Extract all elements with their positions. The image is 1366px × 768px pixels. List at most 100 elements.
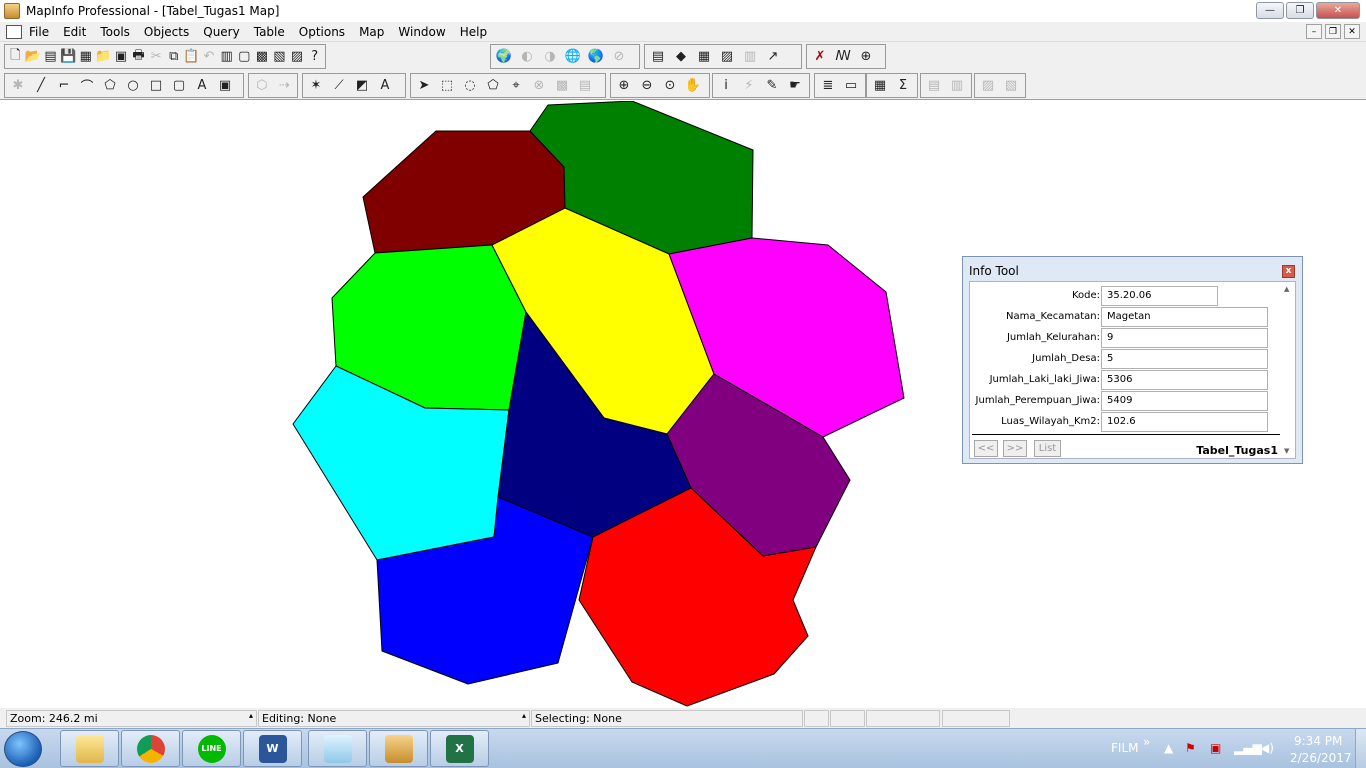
run-tool-icon[interactable]: ✗ xyxy=(809,47,831,67)
wfs-icon[interactable]: 🌐 xyxy=(562,47,584,67)
copy-icon[interactable]: ⧉ xyxy=(165,47,182,67)
mapinfo-app-icon[interactable] xyxy=(4,3,20,19)
statistics-icon[interactable]: ▨ xyxy=(716,47,738,67)
menu-edit[interactable]: Edit xyxy=(56,25,93,39)
drag-window-icon[interactable]: ☛ xyxy=(784,76,806,96)
start-button[interactable] xyxy=(4,731,42,767)
taskbar-file-explorer[interactable] xyxy=(60,730,119,767)
menu-map[interactable]: Map xyxy=(352,25,391,39)
doc-minimize-button[interactable]: – xyxy=(1306,24,1322,39)
unselect-icon[interactable]: ▩ xyxy=(551,76,573,96)
polygon-tool-icon[interactable]: ⬠ xyxy=(99,76,121,96)
show-desktop-button[interactable] xyxy=(1355,729,1366,768)
add-theme-icon[interactable]: 🌍 xyxy=(493,47,515,67)
print-preview-icon[interactable]: ▣ xyxy=(113,47,130,67)
menu-table[interactable]: Table xyxy=(247,25,292,39)
region-style-icon[interactable]: ◩ xyxy=(351,76,373,96)
info-tool-scrollbar[interactable]: ▲ ▼ xyxy=(1281,282,1295,458)
info-tool-close-button[interactable]: x xyxy=(1282,265,1295,278)
open-workspace-icon[interactable]: ▤ xyxy=(42,47,59,67)
menu-options[interactable]: Options xyxy=(292,25,352,39)
list-button[interactable]: List xyxy=(1034,440,1061,457)
editing-dropdown-icon[interactable]: ▴ xyxy=(522,711,526,720)
layer-stack-icon[interactable]: ≣ xyxy=(817,76,839,96)
symbol-style-icon[interactable]: ✶ xyxy=(305,76,327,96)
taskbar-mapinfo[interactable] xyxy=(369,730,428,767)
scroll-down-icon[interactable]: ▼ xyxy=(1284,447,1289,455)
layer-control-icon[interactable]: ▤ xyxy=(647,47,669,67)
save-workspace-icon[interactable]: ▦ xyxy=(77,47,94,67)
restore-button[interactable]: ❐ xyxy=(1286,2,1314,19)
menu-tools[interactable]: Tools xyxy=(93,25,137,39)
help-pointer-icon[interactable]: ? xyxy=(306,47,323,67)
line-tool-icon[interactable]: ╱ xyxy=(30,76,52,96)
web-services-icon[interactable]: ◐ xyxy=(516,47,538,67)
zoom-status[interactable]: Zoom: 246.2 mi ▴ xyxy=(6,710,257,727)
cut-icon[interactable]: ✂ xyxy=(148,47,165,67)
field-value-luas-wilayah[interactable]: 102.6 xyxy=(1101,412,1268,432)
new-table-icon[interactable]: 🗋 xyxy=(7,47,24,67)
selecting-status[interactable]: Selecting: None xyxy=(531,710,803,727)
save-table-icon[interactable]: 💾 xyxy=(60,47,77,67)
frame-tool-icon[interactable]: ▣ xyxy=(214,76,236,96)
disabled-circle-icon[interactable]: ⊘ xyxy=(608,47,630,67)
rounded-rectangle-tool-icon[interactable]: ▢ xyxy=(168,76,190,96)
ellipse-tool-icon[interactable]: ○ xyxy=(122,76,144,96)
reshape-icon[interactable]: ⬡ xyxy=(251,76,273,96)
doc-close-button[interactable]: ✕ xyxy=(1344,24,1360,39)
new-grapher-icon[interactable]: ▩ xyxy=(254,47,271,67)
clock-time[interactable]: 9:34 PM xyxy=(1294,734,1342,748)
graph-icon[interactable]: ▥ xyxy=(739,47,761,67)
tool-manager-icon[interactable]: ꟿ xyxy=(832,47,854,67)
thematic-map-icon[interactable]: ◆ xyxy=(670,47,692,67)
security-icon[interactable]: ▣ xyxy=(1210,741,1221,755)
geocode-icon[interactable]: 🌎 xyxy=(585,47,607,67)
symbol-tool-icon[interactable]: ✱ xyxy=(7,76,29,96)
rectangle-tool-icon[interactable]: □ xyxy=(145,76,167,96)
disabled-tool-a-icon[interactable]: ▨ xyxy=(977,76,999,96)
field-value-jumlah-kelurahan[interactable]: 9 xyxy=(1101,328,1268,348)
field-value-nama-kecamatan[interactable]: Magetan xyxy=(1101,307,1268,327)
chevron-expand-icon[interactable]: » xyxy=(1143,735,1150,749)
previous-record-button[interactable]: << xyxy=(974,440,998,457)
menu-query[interactable]: Query xyxy=(196,25,246,39)
graph-select-icon[interactable]: ▤ xyxy=(574,76,596,96)
hotlink-icon[interactable]: ⚡ xyxy=(738,76,760,96)
tray-label[interactable]: FILM xyxy=(1111,741,1138,755)
arc-tool-icon[interactable]: ⌒ xyxy=(76,76,98,96)
info-tool-icon[interactable]: i xyxy=(715,76,737,96)
menu-file[interactable]: File xyxy=(22,25,56,39)
label-tool-icon[interactable]: ✎ xyxy=(761,76,783,96)
undo-icon[interactable]: ↶ xyxy=(201,47,218,67)
show-hidden-icons-icon[interactable]: ▲ xyxy=(1164,741,1173,755)
radius-select-icon[interactable]: ◌ xyxy=(459,76,481,96)
map-document-icon[interactable] xyxy=(6,24,22,39)
text-tool-icon[interactable]: A xyxy=(191,76,213,96)
print-icon[interactable]: 🖶 xyxy=(130,47,147,67)
new-mapper-icon[interactable]: ▢ xyxy=(236,47,253,67)
action-center-icon[interactable]: ⚑ xyxy=(1185,741,1196,755)
taskbar-notepad[interactable] xyxy=(308,730,367,767)
redraw-icon[interactable]: ↗ xyxy=(762,47,784,67)
new-redistrict-icon[interactable]: ▨ xyxy=(289,47,306,67)
add-node-icon[interactable]: ⇢ xyxy=(274,76,296,96)
sum-icon[interactable]: Σ xyxy=(892,76,914,96)
open-table-icon[interactable]: 📂 xyxy=(25,47,42,67)
text-style-icon[interactable]: A xyxy=(374,76,396,96)
marquee-select-icon[interactable]: ⬚ xyxy=(436,76,458,96)
ruler-icon[interactable]: ▭ xyxy=(840,76,862,96)
boundary-select-icon[interactable]: ⌖ xyxy=(505,76,527,96)
taskbar-word[interactable]: W xyxy=(243,730,302,767)
invert-select-icon[interactable]: ⊗ xyxy=(528,76,550,96)
field-value-jumlah-laki-laki[interactable]: 5306 xyxy=(1101,370,1268,390)
close-button[interactable]: ✕ xyxy=(1316,2,1360,19)
scroll-up-icon[interactable]: ▲ xyxy=(1284,285,1289,293)
menu-objects[interactable]: Objects xyxy=(137,25,196,39)
new-browser-icon[interactable]: ▥ xyxy=(218,47,235,67)
zoom-out-icon[interactable]: ⊖ xyxy=(636,76,658,96)
field-value-jumlah-perempuan[interactable]: 5409 xyxy=(1101,391,1268,411)
graph-tool-a-icon[interactable]: ▤ xyxy=(923,76,945,96)
menu-window[interactable]: Window xyxy=(391,25,452,39)
taskbar-chrome[interactable] xyxy=(121,730,180,767)
network-signal-icon[interactable]: ▂▄▆ xyxy=(1234,741,1262,755)
